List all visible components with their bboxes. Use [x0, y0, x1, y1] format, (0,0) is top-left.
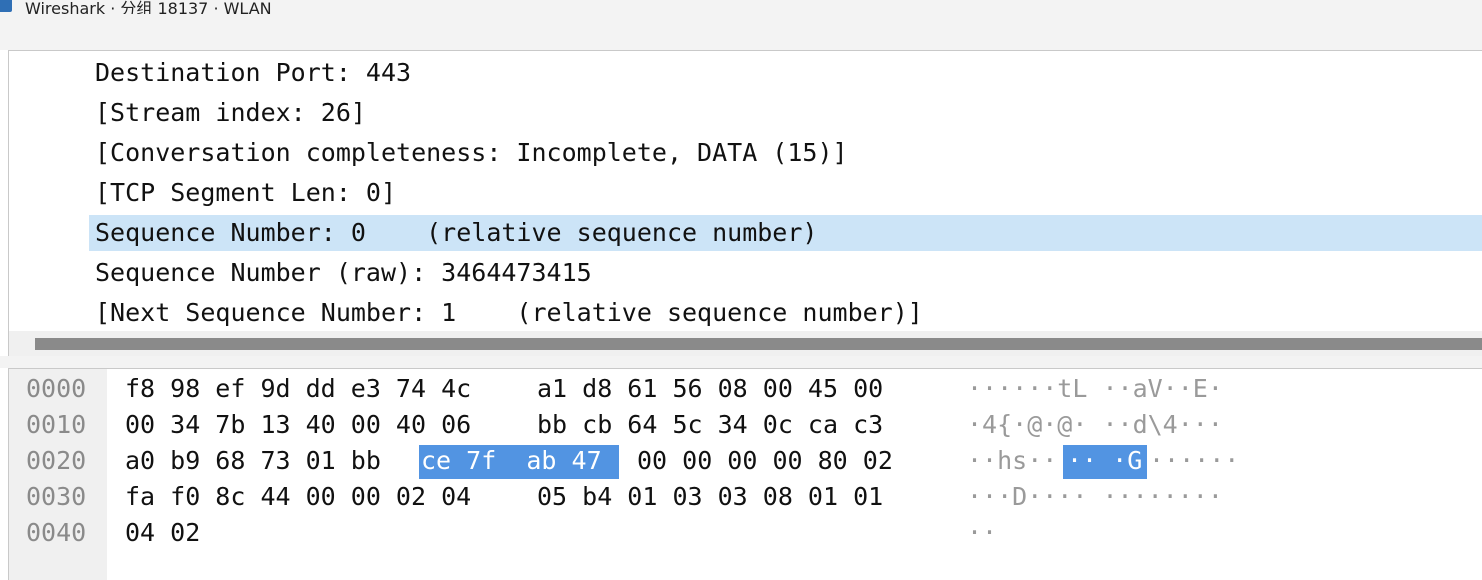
toolbar-gap: [0, 14, 1482, 50]
detail-line-next-sequence-number[interactable]: [Next Sequence Number: 1 (relative seque…: [9, 295, 1482, 331]
detail-line-sequence-number-raw[interactable]: Sequence Number (raw): 3464473415: [9, 255, 1482, 291]
byte-row: 0040 04 02 ··: [9, 515, 1482, 551]
detail-line-stream-index[interactable]: [Stream index: 26]: [9, 95, 1482, 131]
wireshark-app-icon: [0, 0, 12, 12]
byte-offset: 0020: [26, 446, 87, 475]
byte-row: 0010 00 34 7b 13 40 00 40 06 bb cb 64 5c…: [9, 407, 1482, 443]
ascii-bytes[interactable]: ··: [967, 515, 997, 551]
ascii-bytes-selected[interactable]: ·· ·G: [1067, 443, 1142, 479]
hex-bytes-first-half[interactable]: 04 02: [125, 515, 200, 551]
hex-bytes-second-part[interactable]: 00 00 00 00 80 02: [637, 443, 893, 479]
byte-row: 0000 f8 98 ef 9d dd e3 74 4c a1 d8 61 56…: [9, 371, 1482, 407]
packet-bytes-pane[interactable]: 0000 f8 98 ef 9d dd e3 74 4c a1 d8 61 56…: [8, 368, 1482, 580]
byte-offset: 0010: [26, 410, 87, 439]
pane-splitter[interactable]: [0, 356, 1482, 368]
hex-bytes-first-half[interactable]: fa f0 8c 44 00 00 02 04: [125, 479, 471, 515]
window-title: Wireshark · 分组 18137 · WLAN: [25, 0, 272, 14]
ascii-bytes[interactable]: ···D···· ········: [967, 479, 1223, 515]
ascii-bytes-pre[interactable]: ··hs··: [967, 443, 1057, 479]
hex-bytes-selected[interactable]: ce 7f ab 47: [421, 443, 602, 479]
byte-row: 0030 fa f0 8c 44 00 00 02 04 05 b4 01 03…: [9, 479, 1482, 515]
byte-offset: 0030: [26, 482, 87, 511]
detail-line-sequence-number-selected[interactable]: Sequence Number: 0 (relative sequence nu…: [89, 215, 1482, 251]
ascii-bytes[interactable]: ······tL ··aV··E·: [967, 371, 1223, 407]
hex-bytes-first-part[interactable]: a0 b9 68 73 01 bb: [125, 443, 381, 479]
ascii-bytes-post[interactable]: ······: [1149, 443, 1239, 479]
hex-bytes-second-half[interactable]: a1 d8 61 56 08 00 45 00: [537, 371, 883, 407]
hex-bytes-second-half[interactable]: bb cb 64 5c 34 0c ca c3: [537, 407, 883, 443]
horizontal-scrollbar-thumb[interactable]: [35, 338, 1482, 350]
hex-bytes-second-half[interactable]: 05 b4 01 03 03 08 01 01: [537, 479, 883, 515]
title-bar: Wireshark · 分组 18137 · WLAN: [0, 0, 1482, 14]
detail-line-conversation-completeness[interactable]: [Conversation completeness: Incomplete, …: [9, 135, 1482, 171]
ascii-bytes[interactable]: ·4{·@·@· ··d\4···: [967, 407, 1223, 443]
byte-offset: 0000: [26, 374, 87, 403]
byte-row-selected: 0020 a0 b9 68 73 01 bb ce 7f ab 47 00 00…: [9, 443, 1482, 479]
detail-line-destination-port[interactable]: Destination Port: 443: [9, 55, 1482, 91]
hex-bytes-first-half[interactable]: f8 98 ef 9d dd e3 74 4c: [125, 371, 471, 407]
detail-line-tcp-segment-len[interactable]: [TCP Segment Len: 0]: [9, 175, 1482, 211]
packet-details-pane[interactable]: Destination Port: 443 [Stream index: 26]…: [8, 50, 1482, 358]
hex-bytes-first-half[interactable]: 00 34 7b 13 40 00 40 06: [125, 407, 471, 443]
byte-offset: 0040: [26, 518, 87, 547]
